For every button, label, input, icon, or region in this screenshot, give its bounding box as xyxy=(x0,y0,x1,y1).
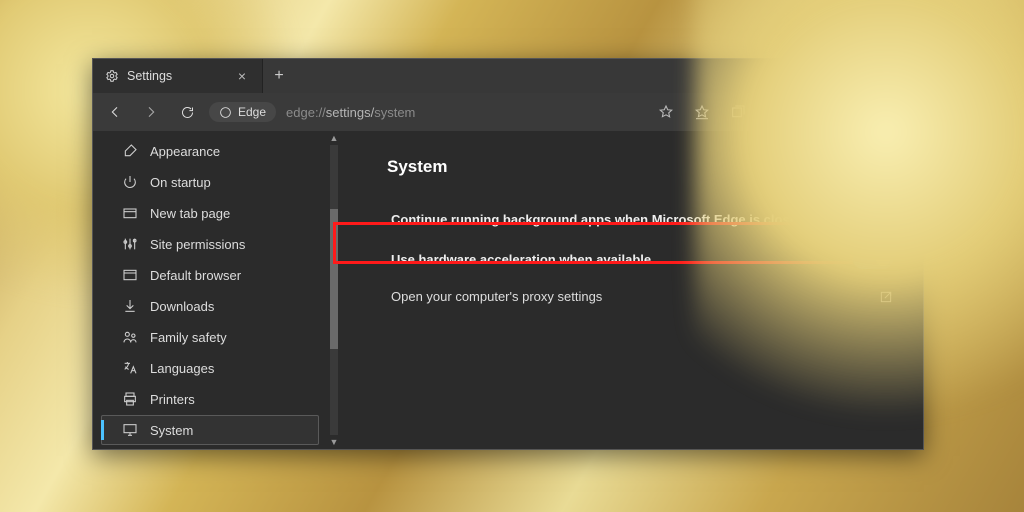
sidebar-scrollbar[interactable]: ▲ ▼ xyxy=(327,131,341,449)
family-icon xyxy=(122,329,138,345)
address-bar: Edge edge://settings/system Not syncing … xyxy=(93,93,923,131)
maximize-button[interactable] xyxy=(831,59,877,93)
sidebar-item-reset-settings[interactable]: Reset settings xyxy=(101,446,319,449)
refresh-button[interactable] xyxy=(171,96,203,128)
title-bar: Settings × + xyxy=(93,59,923,93)
profile-sync-pill[interactable]: Not syncing xyxy=(760,100,871,124)
edge-logo-icon xyxy=(219,106,232,119)
row-label: Open your computer's proxy settings xyxy=(391,289,602,304)
printer-icon xyxy=(122,391,138,407)
toggle-hardware-accel[interactable] xyxy=(853,249,893,269)
sidebar-item-languages[interactable]: Languages xyxy=(101,353,319,383)
sidebar-item-new-tab[interactable]: New tab page xyxy=(101,198,319,228)
settings-content: Appearance On startup New tab page Site … xyxy=(93,131,923,449)
sidebar-item-on-startup[interactable]: On startup xyxy=(101,167,319,197)
profile-avatar-icon xyxy=(844,104,860,120)
tab-title: Settings xyxy=(127,69,172,83)
monitor-icon xyxy=(122,422,138,438)
languages-icon xyxy=(122,360,138,376)
row-background-apps: Continue running background apps when Mi… xyxy=(387,199,897,239)
collections-icon[interactable] xyxy=(724,98,752,126)
favorite-star-icon[interactable] xyxy=(652,98,680,126)
minimize-button[interactable] xyxy=(785,59,831,93)
row-hardware-accel: Use hardware acceleration when available xyxy=(387,239,897,279)
settings-main: System Continue running background apps … xyxy=(341,131,923,449)
edge-identity-pill: Edge xyxy=(209,102,276,122)
forward-button[interactable] xyxy=(135,96,167,128)
sidebar-item-site-permissions[interactable]: Site permissions xyxy=(101,229,319,259)
scroll-up-arrow[interactable]: ▲ xyxy=(327,131,341,145)
row-label: Continue running background apps when Mi… xyxy=(391,212,805,227)
close-window-button[interactable] xyxy=(877,59,923,93)
scroll-thumb[interactable] xyxy=(330,209,338,349)
toggle-background-apps[interactable] xyxy=(853,209,893,229)
tab-settings[interactable]: Settings × xyxy=(93,59,263,93)
url-text: edge://settings/system xyxy=(286,105,415,120)
settings-sidebar: Appearance On startup New tab page Site … xyxy=(93,131,327,449)
window-icon xyxy=(122,267,138,283)
row-label: Use hardware acceleration when available xyxy=(391,252,651,267)
sidebar-item-printers[interactable]: Printers xyxy=(101,384,319,414)
browser-window: Settings × + Edge edge://settings/system xyxy=(92,58,924,450)
sliders-icon xyxy=(122,236,138,252)
page-heading: System xyxy=(387,157,897,177)
more-menu-button[interactable]: ··· xyxy=(879,103,913,121)
address-field[interactable]: Edge edge://settings/system xyxy=(207,98,648,126)
sync-label: Not syncing xyxy=(773,105,836,119)
open-external-icon xyxy=(879,290,893,304)
tab-icon xyxy=(122,205,138,221)
sidebar-item-default-browser[interactable]: Default browser xyxy=(101,260,319,290)
close-tab-button[interactable]: × xyxy=(234,66,250,86)
gear-icon xyxy=(105,69,119,83)
new-tab-button[interactable]: + xyxy=(263,59,295,93)
paintbrush-icon xyxy=(122,143,138,159)
sidebar-item-appearance[interactable]: Appearance xyxy=(101,136,319,166)
power-icon xyxy=(122,174,138,190)
sidebar-item-downloads[interactable]: Downloads xyxy=(101,291,319,321)
scroll-down-arrow[interactable]: ▼ xyxy=(327,435,341,449)
download-icon xyxy=(122,298,138,314)
favorites-bar-icon[interactable] xyxy=(688,98,716,126)
edge-name: Edge xyxy=(238,105,266,119)
sidebar-item-system[interactable]: System xyxy=(101,415,319,445)
sidebar-item-family-safety[interactable]: Family safety xyxy=(101,322,319,352)
back-button[interactable] xyxy=(99,96,131,128)
row-proxy-settings[interactable]: Open your computer's proxy settings xyxy=(387,279,897,314)
